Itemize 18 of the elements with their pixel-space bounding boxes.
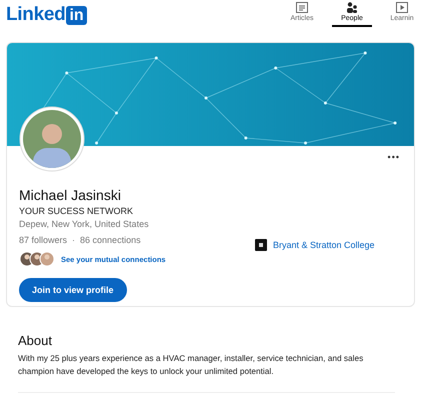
headline: YOUR SUCESS NETWORK — [19, 206, 134, 216]
about-heading: About — [18, 333, 53, 348]
people-icon — [346, 2, 358, 13]
about-text: With my 25 plus years experience as a HVAC manager, installer, service technician, and sales champion have developed the keys to unlock your unlimited potential. — [18, 352, 395, 393]
join-button[interactable]: Join to view profile — [19, 278, 127, 302]
play-icon — [396, 2, 408, 13]
location: Depew, New York, United States — [19, 219, 150, 229]
profile-name: Michael Jasinski — [19, 187, 122, 203]
more-icon[interactable]: ••• — [388, 152, 400, 162]
followers-count: 87 followers — [19, 235, 68, 245]
separator: · — [72, 235, 76, 245]
newspaper-icon — [296, 2, 308, 13]
avatar — [19, 106, 85, 172]
avatar-group — [19, 251, 55, 267]
school-logo-icon — [255, 239, 267, 251]
logo[interactable]: Linked in — [6, 4, 87, 26]
connections-count: 86 connections — [80, 235, 141, 245]
school-link[interactable]: Bryant & Stratton College — [273, 240, 375, 250]
